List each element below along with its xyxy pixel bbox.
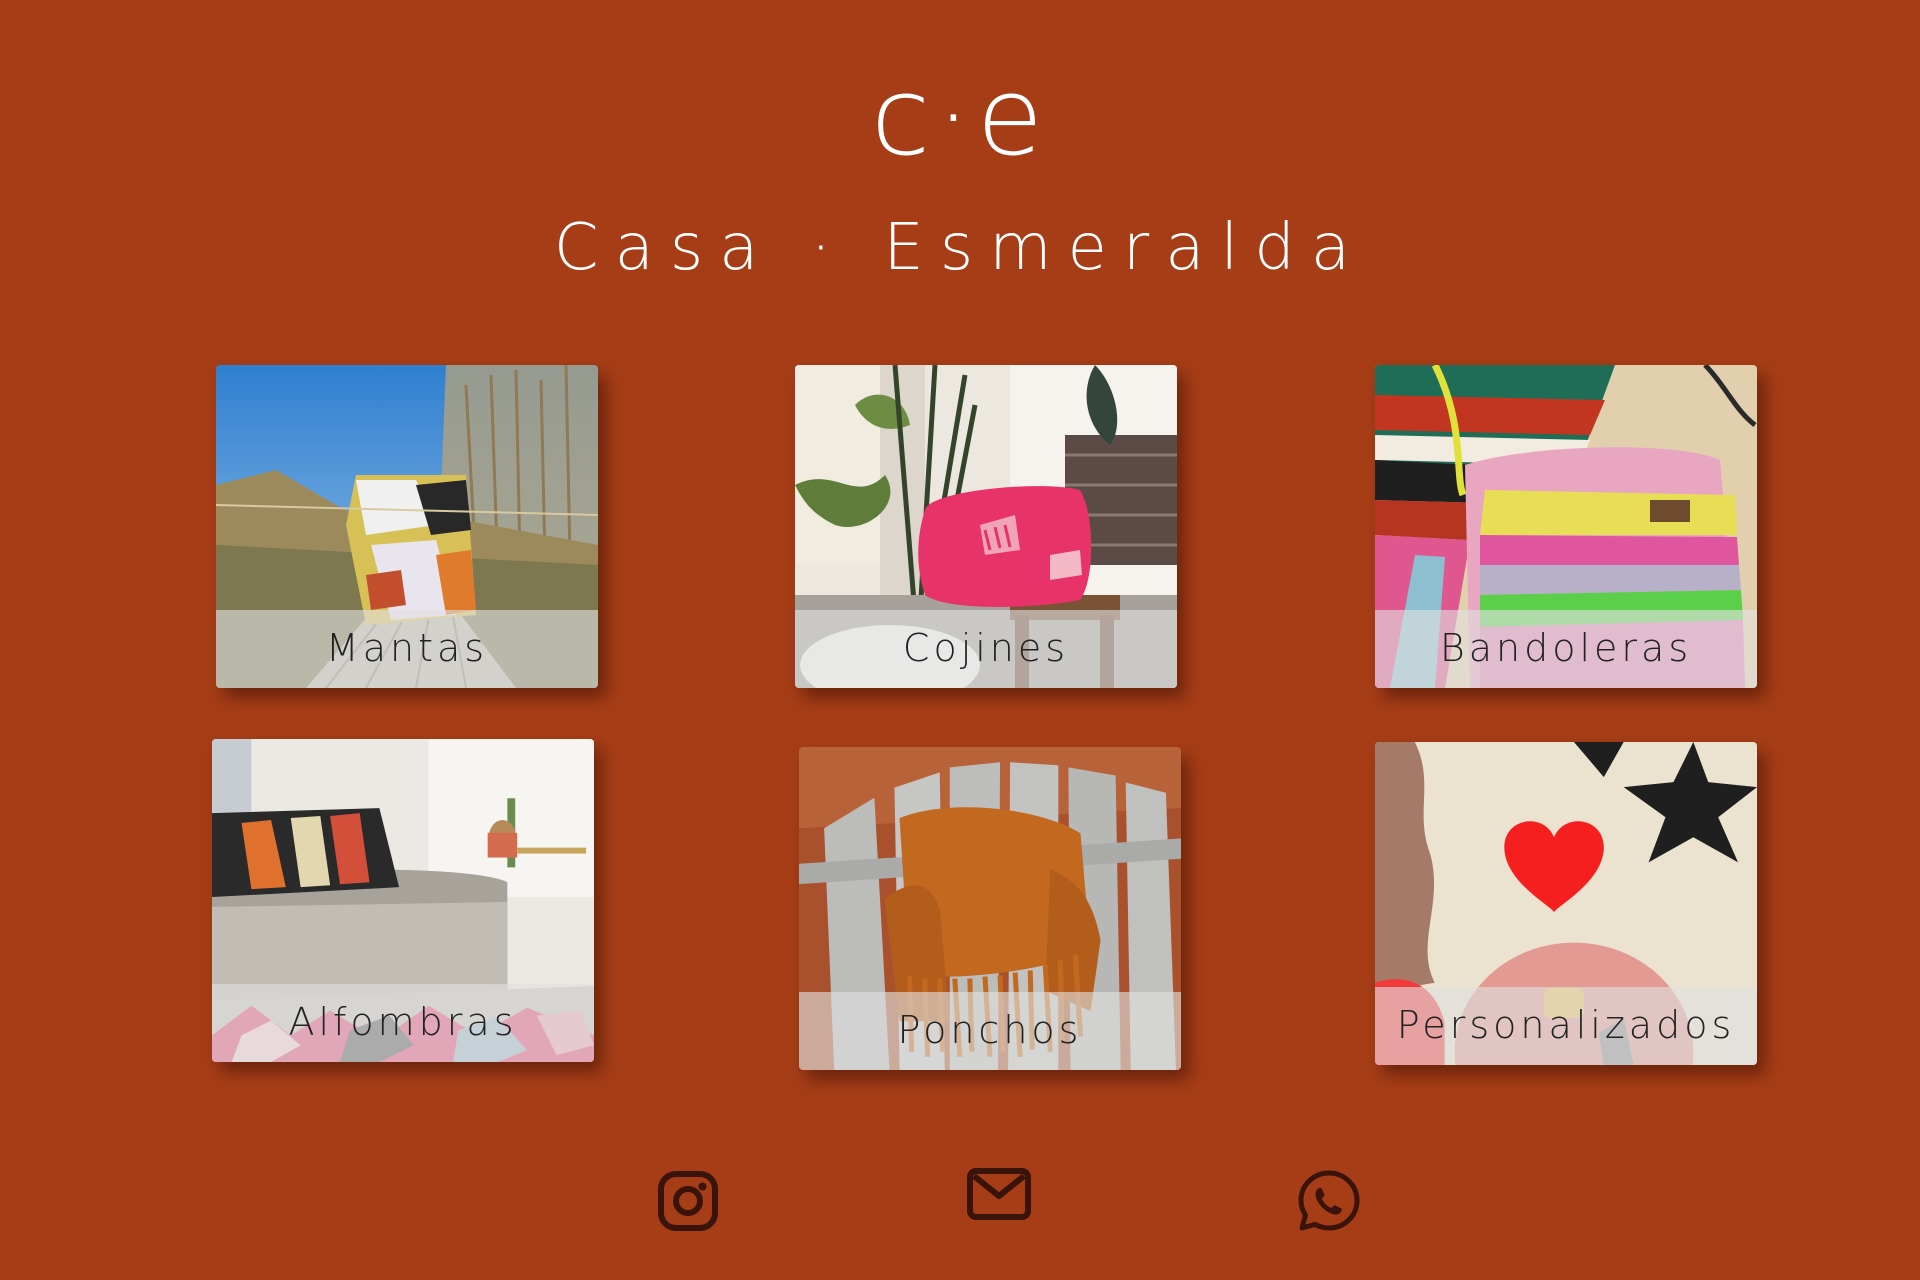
category-label-cojines: Cojines: [902, 626, 1070, 670]
category-card-alfombras[interactable]: Alfombras: [212, 739, 594, 1062]
category-label-personalizados: Personalizados: [1396, 1003, 1736, 1047]
category-card-mantas[interactable]: Mantas: [216, 365, 598, 688]
instagram-icon[interactable]: [655, 1168, 721, 1234]
brand-title: Casa · Esmeralda: [553, 211, 1367, 285]
category-card-bandoleras[interactable]: Bandoleras: [1375, 365, 1757, 688]
category-label-ponchos: Ponchos: [897, 1008, 1083, 1052]
mail-icon[interactable]: [966, 1166, 1032, 1222]
page: c·e Casa · Esmeralda Mantas Cojines Band…: [0, 0, 1920, 1280]
logo: c·e: [870, 55, 1050, 180]
category-label-bandoleras: Bandoleras: [1439, 626, 1693, 670]
whatsapp-icon[interactable]: [1296, 1168, 1362, 1234]
category-card-cojines[interactable]: Cojines: [795, 365, 1177, 688]
category-label-mantas: Mantas: [325, 626, 489, 670]
category-label-alfombras: Alfombras: [288, 1000, 518, 1044]
category-card-personalizados[interactable]: Personalizados: [1375, 742, 1757, 1065]
category-card-ponchos[interactable]: Ponchos: [799, 747, 1181, 1070]
